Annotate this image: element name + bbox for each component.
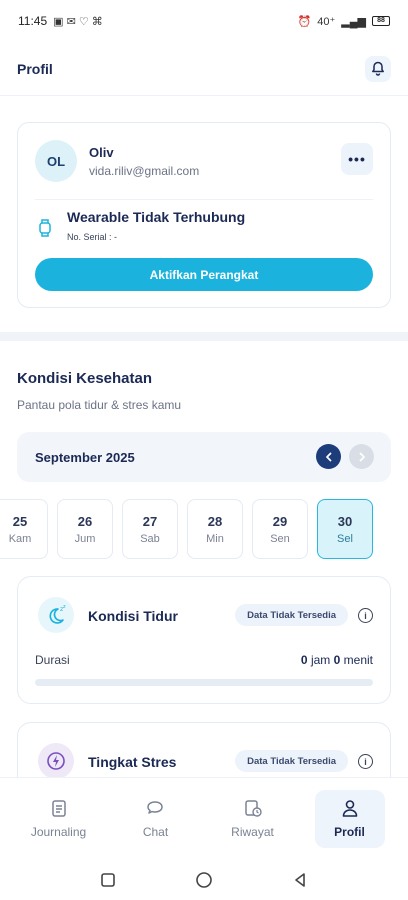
- next-month-button[interactable]: [349, 444, 374, 469]
- person-icon: [342, 800, 357, 817]
- history-icon: [244, 800, 262, 817]
- network-label: 40⁺: [317, 15, 336, 28]
- profile-card: OL Oliv vida.riliv@gmail.com ••• Wearabl…: [17, 122, 391, 308]
- day-number: 30: [337, 513, 353, 529]
- nav-label: Riwayat: [231, 825, 274, 839]
- notification-bell-icon[interactable]: [365, 55, 391, 82]
- day-selector: 25 Kam 26 Jum 27 Sab 28 Min 29 Sen 30 Sel: [0, 499, 373, 559]
- day-name: Jum: [74, 532, 96, 545]
- home-icon[interactable]: [195, 871, 213, 889]
- duration-minutes-unit: menit: [343, 653, 373, 667]
- day-number: 25: [12, 513, 28, 529]
- status-time: 11:45: [18, 14, 48, 28]
- duration-hours: 0: [300, 653, 308, 667]
- nav-journaling[interactable]: Journaling: [24, 790, 94, 848]
- app-bar: Profil: [0, 42, 408, 96]
- sleep-title: Kondisi Tidur: [88, 608, 178, 624]
- nav-profile[interactable]: Profil: [314, 789, 385, 848]
- watch-icon: [39, 219, 51, 237]
- page-title: Profil: [17, 60, 53, 77]
- sleep-progress-bar: [35, 679, 373, 686]
- wearable-status-title: Wearable Tidak Terhubung: [67, 209, 246, 225]
- status-badge: Data Tidak Tersedia: [235, 750, 348, 772]
- section-separator: [0, 332, 408, 341]
- status-bar: 11:45 ▣ ✉ ♡ ⌘ ⏰ 40⁺ ▂▄▆ 88: [0, 0, 408, 42]
- day-number: 28: [207, 513, 223, 529]
- svg-text:z: z: [63, 604, 66, 610]
- chat-icon: [146, 801, 163, 814]
- signal-icon: ▂▄▆: [341, 15, 366, 28]
- recent-apps-icon[interactable]: [100, 872, 116, 888]
- duration-minutes: 0: [333, 653, 341, 667]
- chevron-left-icon: [325, 452, 331, 461]
- month-label: September 2025: [35, 449, 135, 465]
- nav-history[interactable]: Riwayat: [218, 790, 288, 848]
- chevron-right-icon: [359, 452, 365, 461]
- sleep-condition-card[interactable]: zz Kondisi Tidur Data Tidak Tersedia i D…: [17, 576, 391, 704]
- month-selector: September 2025: [17, 432, 391, 482]
- info-icon[interactable]: i: [358, 754, 373, 769]
- day-item[interactable]: 25 Kam: [0, 499, 48, 559]
- day-item[interactable]: 28 Min: [187, 499, 243, 559]
- day-name: Sel: [337, 532, 353, 545]
- notification-icons: ▣ ✉ ♡ ⌘: [53, 15, 103, 28]
- day-number: 27: [142, 513, 158, 529]
- duration-label: Durasi: [35, 653, 70, 667]
- stress-bolt-icon: [38, 743, 74, 779]
- more-options-button[interactable]: •••: [341, 143, 373, 175]
- day-number: 26: [77, 513, 93, 529]
- health-section-title: Kondisi Kesehatan: [17, 370, 153, 387]
- day-item-selected[interactable]: 30 Sel: [317, 499, 373, 559]
- duration-hours-unit: jam: [310, 653, 331, 667]
- avatar: OL: [35, 140, 77, 182]
- moon-icon: zz: [38, 597, 74, 633]
- serial-number: No. Serial : -: [67, 232, 118, 242]
- day-name: Min: [206, 532, 224, 545]
- bottom-navigation: Journaling Chat Riwayat Profil: [0, 777, 408, 859]
- nav-label: Journaling: [30, 825, 87, 839]
- nav-chat[interactable]: Chat: [121, 790, 191, 848]
- status-badge: Data Tidak Tersedia: [235, 604, 348, 626]
- previous-month-button[interactable]: [316, 444, 341, 469]
- info-icon[interactable]: i: [358, 608, 373, 623]
- battery-icon: 88: [372, 16, 390, 26]
- nav-label: Profil: [334, 825, 365, 839]
- alarm-icon: ⏰: [297, 15, 312, 28]
- duration-value: 0 jam 0 menit: [301, 653, 373, 667]
- activate-device-button[interactable]: Aktifkan Perangkat: [35, 258, 373, 291]
- journal-icon: [51, 800, 66, 817]
- user-email: vida.riliv@gmail.com: [89, 164, 200, 178]
- day-item[interactable]: 26 Jum: [57, 499, 113, 559]
- system-navigation-bar: [0, 859, 408, 900]
- day-name: Sen: [270, 532, 290, 545]
- health-section-subtitle: Pantau pola tidur & stres kamu: [17, 398, 182, 412]
- divider: [35, 199, 373, 200]
- nav-label: Chat: [142, 825, 169, 839]
- user-name: Oliv: [89, 145, 114, 160]
- day-number: 29: [272, 513, 288, 529]
- day-item[interactable]: 27 Sab: [122, 499, 178, 559]
- day-name: Kam: [8, 532, 32, 545]
- stress-title: Tingkat Stres: [88, 754, 177, 770]
- back-icon[interactable]: [292, 872, 308, 888]
- day-item[interactable]: 29 Sen: [252, 499, 308, 559]
- day-name: Sab: [140, 532, 160, 545]
